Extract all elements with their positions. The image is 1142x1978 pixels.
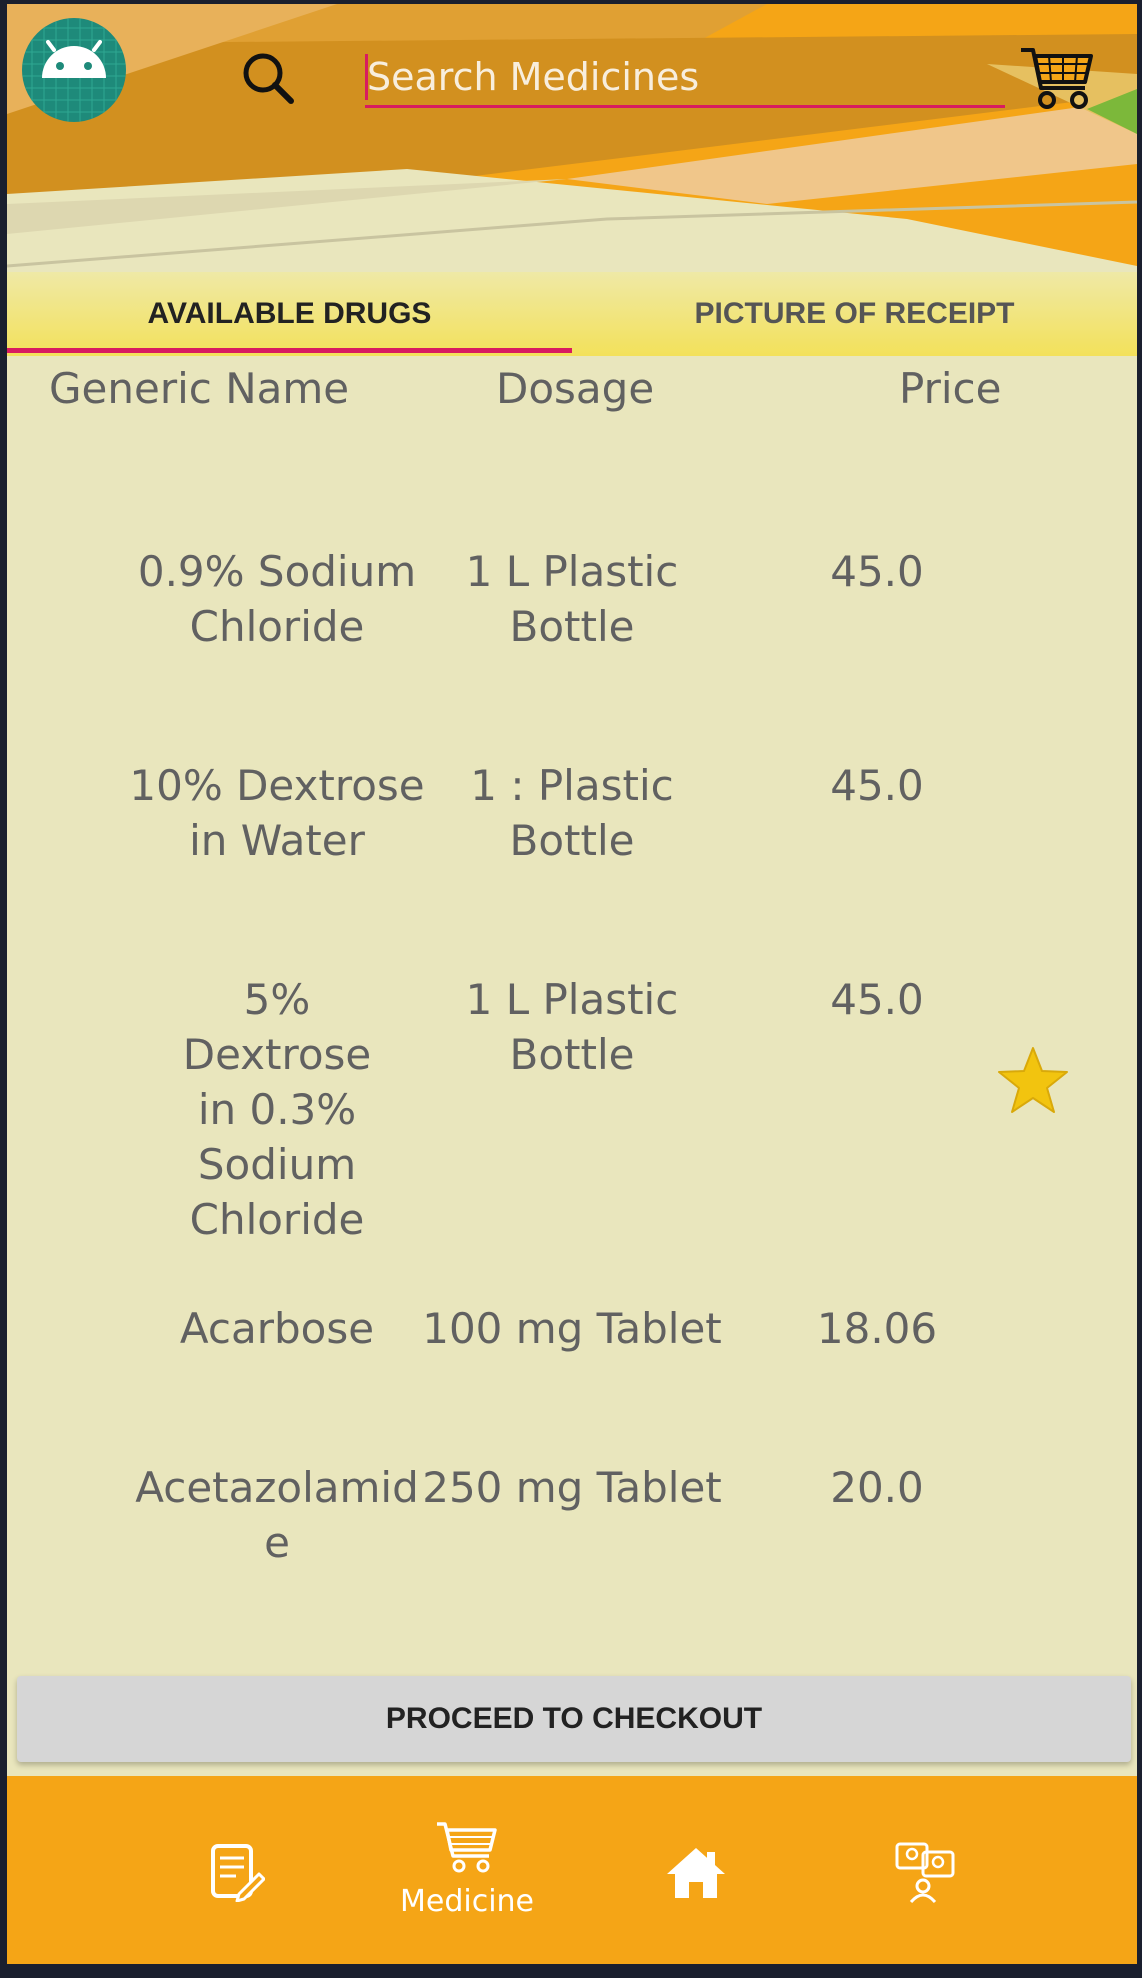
nav-item-prescription[interactable] (137, 1776, 337, 1964)
drug-price: 45.0 (830, 975, 924, 1024)
header: AVAILABLE DRUGS PICTURE OF RECEIPT (7, 4, 1137, 356)
nav-item-consultation[interactable] (825, 1776, 1025, 1964)
drug-dosage: 1 : Plastic Bottle (470, 761, 674, 865)
drug-price: 45.0 (830, 761, 924, 810)
shopping-cart-icon (437, 1822, 497, 1873)
cart-icon[interactable] (1019, 42, 1097, 114)
nav-item-home[interactable] (597, 1776, 797, 1964)
search-input[interactable] (365, 48, 1005, 108)
drug-dosage: 100 mg Tablet (422, 1304, 722, 1353)
bottom-navigation: Medicine (7, 1776, 1137, 1964)
drug-name: 0.9% Sodium Chloride (137, 547, 417, 651)
drug-price: 20.0 (830, 1463, 924, 1512)
star-icon[interactable] (997, 1044, 1069, 1116)
drug-dosage: 1 L Plastic Bottle (465, 547, 679, 651)
drug-price: 45.0 (830, 547, 924, 596)
drug-name: 10% Dextrose in Water (129, 761, 425, 865)
column-header-dosage: Dosage (496, 364, 655, 413)
drug-name: 5% Dextrose in 0.3% Sodium Chloride (182, 975, 372, 1244)
drug-price: 18.06 (816, 1304, 938, 1353)
drug-dosage: 1 L Plastic Bottle (465, 975, 679, 1079)
drug-dosage: 250 mg Tablet (422, 1463, 722, 1512)
column-header-price: Price (899, 364, 1002, 413)
tab-bar: AVAILABLE DRUGS PICTURE OF RECEIPT (7, 272, 1137, 356)
tab-available-drugs[interactable]: AVAILABLE DRUGS (7, 272, 572, 356)
app-avatar-icon[interactable] (22, 18, 126, 122)
app-screen: AVAILABLE DRUGS PICTURE OF RECEIPT Gener… (7, 4, 1137, 1964)
drug-name: Acarbose (179, 1304, 375, 1353)
device-frame: AVAILABLE DRUGS PICTURE OF RECEIPT Gener… (0, 0, 1142, 1978)
tab-picture-of-receipt[interactable]: PICTURE OF RECEIPT (572, 272, 1137, 356)
consultation-icon (895, 1842, 955, 1904)
nav-label-medicine: Medicine (399, 1884, 535, 1919)
home-icon (667, 1848, 725, 1898)
tab-selected-indicator (7, 348, 572, 353)
proceed-to-checkout-button[interactable]: PROCEED TO CHECKOUT (17, 1676, 1131, 1762)
column-header-generic-name: Generic Name (49, 364, 350, 413)
text-cursor (365, 54, 368, 100)
search-icon[interactable] (239, 49, 299, 109)
nav-item-medicine[interactable]: Medicine (367, 1776, 567, 1964)
drug-name: Acetazolamide (135, 1463, 419, 1567)
prescription-edit-icon (211, 1844, 265, 1902)
